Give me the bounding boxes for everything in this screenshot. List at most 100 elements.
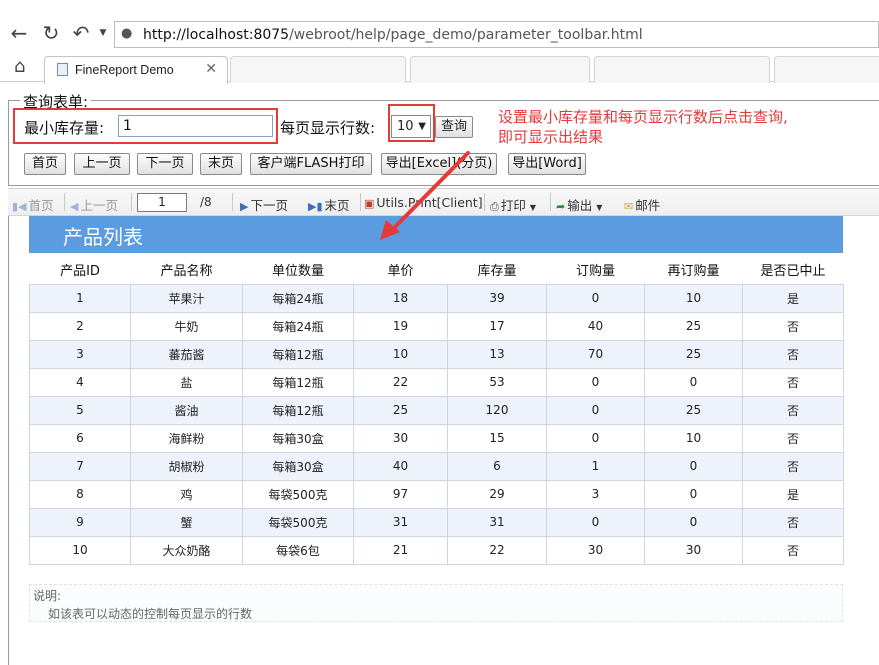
tab-finereport-demo[interactable]: FineReport Demo ✕ — [44, 56, 228, 84]
note-box: 说明: 如该表可以动态的控制每页显示的行数 — [29, 584, 843, 622]
table-cell: 0 — [546, 423, 645, 453]
table-cell: 否 — [742, 507, 844, 537]
table-cell: 7 — [29, 451, 131, 481]
annotation-line-2: 即可显示出结果 — [498, 128, 604, 146]
url-field[interactable]: ● http://localhost:8075/webroot/help/pag… — [114, 21, 879, 48]
table-cell: 120 — [447, 395, 547, 425]
report-table: 产品ID 产品名称 单位数量 单价 库存量 订购量 再订购量 是否已中止 1 苹果汁 每箱24瓶 1… — [29, 256, 844, 565]
table-cell: 酱油 — [130, 395, 243, 425]
table-cell: 31 — [353, 507, 448, 537]
table-cell: 牛奶 — [130, 311, 243, 341]
toolbar-first[interactable]: ▮◀ 首页 — [12, 195, 54, 214]
table-cell: 0 — [644, 507, 743, 537]
history-dropdown-icon[interactable]: ▼ — [92, 22, 114, 44]
toolbar-export[interactable]: ➦ 输出 ▼ — [556, 195, 602, 214]
column-header: 是否已中止 — [742, 256, 844, 284]
table-cell: 10 — [644, 423, 743, 453]
toolbar-print[interactable]: ⎙ 打印 ▼ — [490, 195, 536, 214]
table-cell: 每箱24瓶 — [242, 283, 354, 313]
table-row: 9 蟹每袋500克 31 31 0 0 否 — [29, 507, 844, 537]
tab-background[interactable] — [774, 56, 879, 83]
table-cell: 70 — [546, 339, 645, 369]
url-path: /webroot/help/page_demo/parameter_toolba… — [289, 27, 643, 43]
column-header: 单位数量 — [242, 256, 354, 284]
table-cell: 每袋6包 — [242, 535, 354, 565]
history-back-icon[interactable]: ↶ — [70, 22, 92, 44]
table-cell: 否 — [742, 423, 844, 453]
table-body: 1 苹果汁 每箱24瓶 18 39 0 10 是 2 牛奶 每箱24瓶 19 17 40 25 否 3 蕃茄酱 每箱… — [29, 283, 844, 565]
last-page-button[interactable]: 末页 — [200, 153, 242, 175]
table-cell: 40 — [353, 451, 448, 481]
table-cell: 25 — [644, 311, 743, 341]
table-cell: 4 — [29, 367, 131, 397]
tab-background[interactable] — [594, 56, 770, 83]
tab-bar: ⌂ FineReport Demo ✕ — [0, 50, 879, 84]
site-info-icon[interactable]: ● — [121, 26, 137, 42]
toolbar-prev[interactable]: ◀ 上一页 — [70, 195, 118, 214]
table-cell: 每箱24瓶 — [242, 311, 354, 341]
flash-print-button[interactable]: 客户端FLASH打印 — [250, 153, 372, 175]
next-page-icon: ▶ — [240, 200, 249, 213]
toolbar-next[interactable]: ▶ 下一页 — [240, 195, 288, 214]
table-cell: 否 — [742, 535, 844, 565]
table-cell: 30 — [546, 535, 645, 565]
table-row: 4 盐每箱12瓶 22 53 0 0 否 — [29, 367, 844, 397]
table-cell: 0 — [546, 395, 645, 425]
table-cell: 9 — [29, 507, 131, 537]
table-row: 8 鸡每袋500克 97 29 3 0 是 — [29, 479, 844, 509]
table-cell: 6 — [447, 451, 547, 481]
query-button[interactable]: 查询 — [435, 116, 473, 138]
first-page-button[interactable]: 首页 — [24, 153, 66, 175]
table-cell: 22 — [353, 367, 448, 397]
report-left-border — [8, 216, 9, 665]
table-cell: 胡椒粉 — [130, 451, 243, 481]
table-cell: 0 — [644, 479, 743, 509]
table-cell: 大众奶酪 — [130, 535, 243, 565]
pdf-print-icon: ▣ — [364, 197, 375, 210]
toolbar-print-client[interactable]: ▣ Utils.Print[Client] — [364, 195, 483, 210]
table-cell: 25 — [353, 395, 448, 425]
table-cell: 31 — [447, 507, 547, 537]
export-icon: ➦ — [556, 200, 566, 213]
table-cell: 6 — [29, 423, 131, 453]
dropdown-arrow-icon: ▼ — [596, 203, 603, 212]
toolbar-last[interactable]: ▶▮ 末页 — [308, 195, 350, 214]
table-cell: 53 — [447, 367, 547, 397]
export-word-button[interactable]: 导出[Word] — [508, 153, 586, 175]
toolbar-email[interactable]: ✉ 邮件 — [624, 195, 660, 214]
export-excel-button[interactable]: 导出[Excel](分页) — [381, 153, 497, 175]
back-arrow-icon[interactable]: ← — [8, 22, 30, 44]
page-icon — [57, 63, 68, 76]
table-row: 7 胡椒粉 每箱30盒 40 6 1 0 否 — [29, 451, 844, 481]
prev-page-button[interactable]: 上一页 — [74, 153, 130, 175]
table-row: 5 酱油 每箱12瓶 25 120 0 25 否 — [29, 395, 844, 425]
close-tab-icon[interactable]: ✕ — [205, 61, 217, 77]
table-cell: 0 — [644, 367, 743, 397]
table-cell: 10 — [644, 283, 743, 313]
page-number-input[interactable]: 1 — [137, 193, 187, 212]
table-cell: 29 — [447, 479, 547, 509]
table-cell: 每箱30盒 — [242, 451, 354, 481]
table-cell: 39 — [447, 283, 547, 313]
column-header: 单价 — [353, 256, 448, 284]
table-cell: 每箱12瓶 — [242, 339, 354, 369]
note-text: 如该表可以动态的控制每页显示的行数 — [48, 607, 253, 621]
annotation-line-1: 设置最小库存量和每页显示行数后点击查询, — [498, 108, 788, 126]
highlight-rows-select — [388, 104, 435, 142]
url-text: http://localhost:8075/webroot/help/page_… — [143, 27, 643, 43]
toolbar-separator — [232, 193, 233, 211]
column-header: 再订购量 — [644, 256, 743, 284]
table-cell: 30 — [644, 535, 743, 565]
home-icon[interactable]: ⌂ — [14, 56, 25, 77]
rows-per-page-label: 每页显示行数: — [280, 119, 376, 137]
tab-background[interactable] — [410, 56, 590, 83]
reload-icon[interactable]: ↻ — [40, 22, 62, 44]
table-cell: 每箱12瓶 — [242, 395, 354, 425]
table-cell: 3 — [29, 339, 131, 369]
table-cell: 0 — [546, 283, 645, 313]
table-header-row: 产品ID 产品名称 单位数量 单价 库存量 订购量 再订购量 是否已中止 — [29, 256, 844, 284]
report-title-bar: 产品列表 — [29, 216, 843, 253]
tab-background[interactable] — [230, 56, 406, 83]
table-cell: 10 — [353, 339, 448, 369]
next-page-button[interactable]: 下一页 — [137, 153, 193, 175]
